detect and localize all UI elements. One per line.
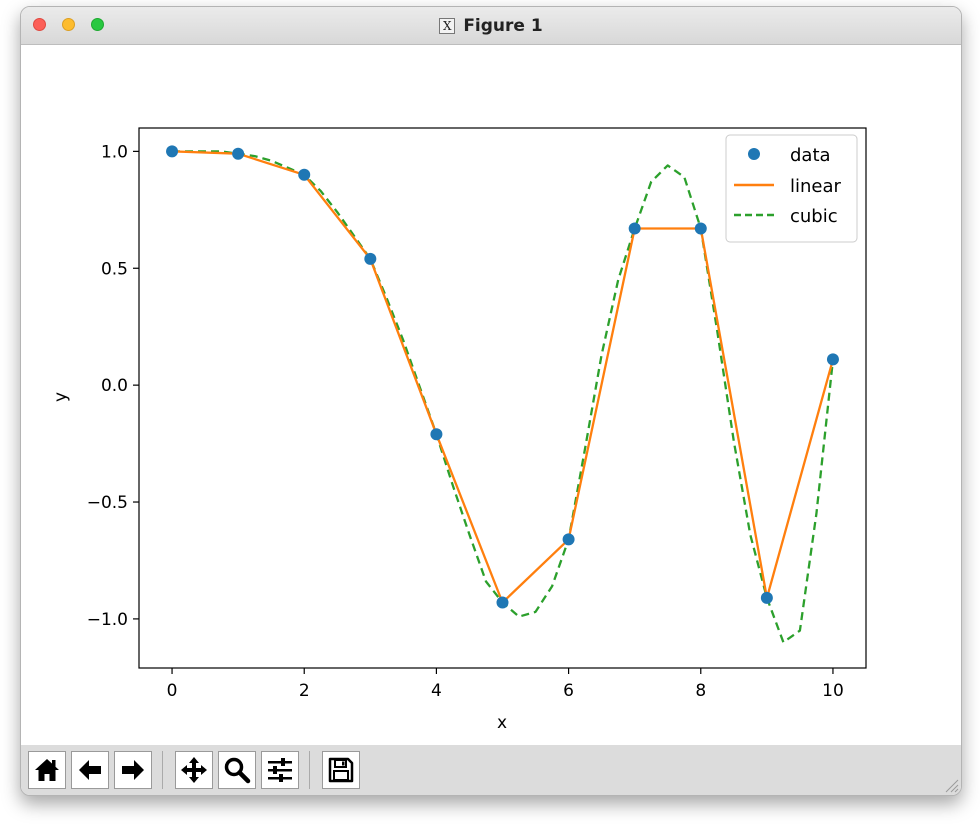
legend-label-linear: linear — [790, 176, 842, 197]
data-point — [760, 591, 773, 604]
data-point — [364, 252, 377, 265]
data-point — [826, 353, 839, 366]
x-axis-label: x — [497, 713, 507, 733]
window-title: Figure 1 — [463, 15, 543, 36]
toolbar-separator — [162, 751, 163, 789]
back-button[interactable] — [71, 751, 109, 789]
home-button[interactable] — [28, 751, 66, 789]
legend-label-data: data — [790, 145, 831, 166]
y-tick-label: 0.0 — [101, 376, 128, 396]
move-icon — [181, 757, 207, 783]
data-point — [430, 428, 443, 441]
y-tick-label: 1.0 — [101, 142, 128, 162]
resize-grip-icon[interactable] — [941, 775, 959, 793]
legend: data linear cubic — [725, 134, 858, 243]
data-point — [298, 168, 311, 181]
data-point — [166, 145, 179, 158]
data-point — [628, 222, 641, 235]
y-tick-label: −0.5 — [87, 493, 128, 513]
data-point — [496, 596, 509, 609]
arrow-left-icon — [79, 760, 101, 780]
legend-marker-data — [748, 148, 760, 160]
floppy-disk-icon — [328, 757, 354, 783]
x-tick-label: 6 — [563, 681, 574, 701]
title-group: X Figure 1 — [21, 7, 961, 44]
y-axis-label: y — [51, 392, 71, 402]
sliders-icon — [268, 758, 292, 782]
legend-label-cubic: cubic — [790, 206, 838, 227]
magnifier-icon — [224, 757, 251, 784]
zoom-button[interactable] — [218, 751, 256, 789]
save-button[interactable] — [322, 751, 360, 789]
x-tick-label: 2 — [299, 681, 310, 701]
y-tick-label: −1.0 — [87, 610, 128, 630]
x11-app-icon: X — [439, 17, 456, 34]
x-tick-label: 0 — [167, 681, 178, 701]
forward-button[interactable] — [114, 751, 152, 789]
figure-window: X Figure 1 0 2 4 6 8 10 1.0 0.5 0.0 −0.5 −1.0 x y … — [20, 6, 962, 796]
title-bar[interactable]: X Figure 1 — [21, 7, 961, 45]
toolbar-separator — [309, 751, 310, 789]
x-tick-label: 10 — [822, 681, 844, 701]
data-point — [694, 222, 707, 235]
arrow-right-icon — [122, 760, 144, 780]
chart[interactable]: 0 2 4 6 8 10 1.0 0.5 0.0 −0.5 −1.0 x y data linear… — [21, 45, 961, 745]
navigation-toolbar — [21, 745, 961, 795]
configure-subplots-button[interactable] — [261, 751, 299, 789]
y-tick-label: 0.5 — [101, 259, 128, 279]
home-icon — [35, 759, 59, 781]
x-tick-label: 4 — [431, 681, 442, 701]
data-point — [232, 147, 245, 160]
pan-button[interactable] — [175, 751, 213, 789]
figure-canvas[interactable]: 0 2 4 6 8 10 1.0 0.5 0.0 −0.5 −1.0 x y data linear… — [21, 45, 961, 745]
x-tick-label: 8 — [695, 681, 706, 701]
data-point — [562, 533, 575, 546]
